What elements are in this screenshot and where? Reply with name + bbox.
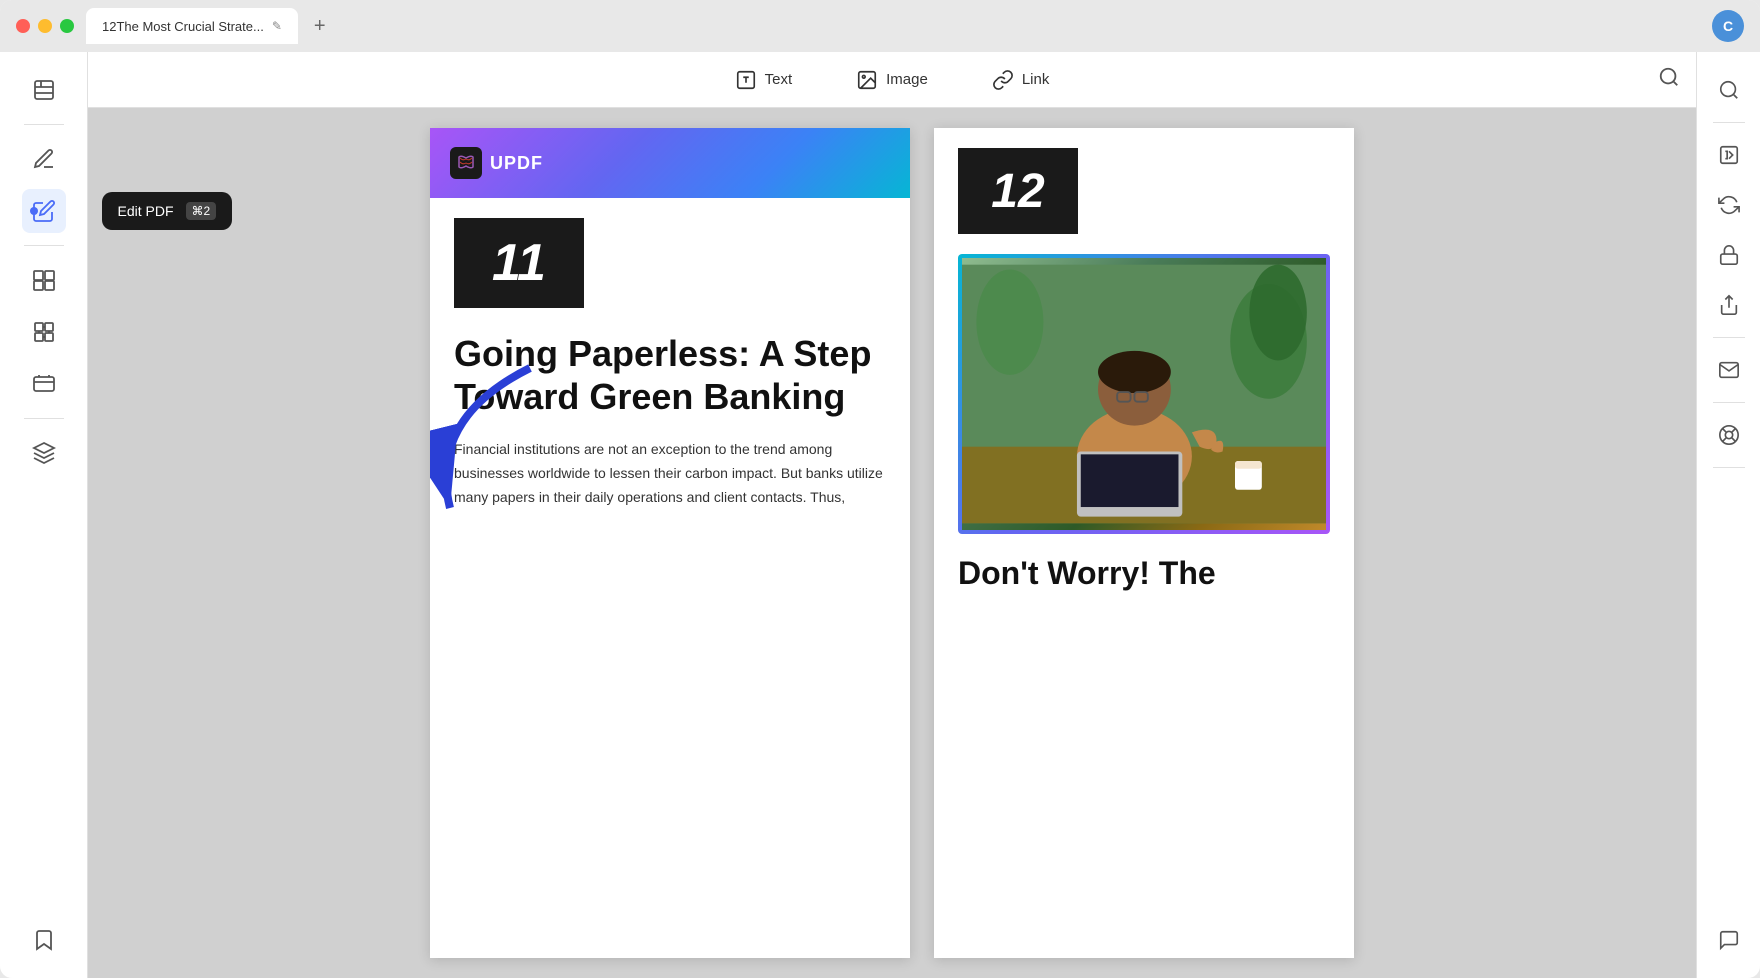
tab-edit-icon: ✎ bbox=[272, 19, 282, 33]
tab-bar: 12The Most Crucial Strate... ✎ + bbox=[86, 8, 1700, 44]
sidebar-right bbox=[1696, 52, 1760, 978]
sidebar-icon-reader[interactable] bbox=[22, 68, 66, 112]
active-indicator bbox=[30, 207, 38, 215]
right-ocr-icon[interactable] bbox=[1707, 133, 1751, 177]
right-divider-1 bbox=[1713, 122, 1745, 123]
app-body: Edit PDF ⌘2 bbox=[0, 52, 1760, 978]
number-right: 12 bbox=[991, 164, 1044, 219]
right-share-icon[interactable] bbox=[1707, 283, 1751, 327]
pdf-right-content: 12 bbox=[934, 128, 1354, 612]
right-divider-3 bbox=[1713, 402, 1745, 403]
pdf-page-right: 12 bbox=[934, 128, 1354, 958]
new-tab-button[interactable]: + bbox=[306, 11, 334, 42]
sidebar-divider-3 bbox=[24, 418, 64, 419]
sidebar-icon-layers[interactable] bbox=[22, 431, 66, 475]
close-button[interactable] bbox=[16, 19, 30, 33]
right-divider-2 bbox=[1713, 337, 1745, 338]
sidebar-icon-highlight[interactable] bbox=[22, 137, 66, 181]
maximize-button[interactable] bbox=[60, 19, 74, 33]
article-image bbox=[958, 254, 1330, 534]
updf-logo-text: UPDF bbox=[490, 153, 543, 174]
toolbar: Text Image Link bbox=[88, 52, 1696, 108]
toolbar-text[interactable]: Text bbox=[723, 63, 805, 97]
number-box-right: 12 bbox=[958, 148, 1078, 234]
tooltip-shortcut: ⌘2 bbox=[186, 202, 217, 220]
right-save-icon[interactable] bbox=[1707, 413, 1751, 457]
titlebar: 12The Most Crucial Strate... ✎ + C bbox=[0, 0, 1760, 52]
right-lock-icon[interactable] bbox=[1707, 233, 1751, 277]
traffic-lights bbox=[16, 19, 74, 33]
edit-pdf-tooltip: Edit PDF ⌘2 bbox=[102, 192, 233, 230]
article-title-left: Going Paperless: A Step Toward Green Ban… bbox=[454, 332, 886, 418]
tab-title: 12The Most Crucial Strate... bbox=[102, 19, 264, 34]
app-window: 12The Most Crucial Strate... ✎ + C bbox=[0, 0, 1760, 978]
right-mail-icon[interactable] bbox=[1707, 348, 1751, 392]
image-placeholder bbox=[962, 258, 1326, 530]
pdf-left-content: 11 Going Paperless: A Step Toward Green … bbox=[430, 198, 910, 530]
updf-logo-icon bbox=[450, 147, 482, 179]
article-title-right: Don't Worry! The bbox=[958, 554, 1330, 592]
toolbar-text-label: Text bbox=[765, 71, 793, 88]
article-body-left: Financial institutions are not an except… bbox=[454, 438, 886, 509]
sidebar-divider-1 bbox=[24, 124, 64, 125]
right-comment-icon[interactable] bbox=[1707, 918, 1751, 962]
content-scroll: UPDF 11 Going Paperless: A Step Toward G… bbox=[88, 108, 1696, 978]
number-left: 11 bbox=[492, 233, 546, 293]
tooltip-label: Edit PDF bbox=[118, 203, 174, 219]
content-area: Text Image Link bbox=[88, 52, 1696, 978]
sidebar-icon-bookmark[interactable] bbox=[22, 918, 66, 962]
pdf-page-left: UPDF 11 Going Paperless: A Step Toward G… bbox=[430, 128, 910, 958]
sidebar-divider-2 bbox=[24, 245, 64, 246]
current-tab[interactable]: 12The Most Crucial Strate... ✎ bbox=[86, 8, 298, 44]
pdf-header: UPDF bbox=[430, 128, 910, 198]
minimize-button[interactable] bbox=[38, 19, 52, 33]
search-button[interactable] bbox=[1658, 66, 1680, 94]
sidebar-icon-convert[interactable] bbox=[22, 310, 66, 354]
toolbar-link[interactable]: Link bbox=[980, 63, 1062, 97]
user-avatar[interactable]: C bbox=[1712, 10, 1744, 42]
sidebar-icon-batch[interactable] bbox=[22, 362, 66, 406]
number-box-left: 11 bbox=[454, 218, 584, 308]
right-divider-4 bbox=[1713, 467, 1745, 468]
right-search-icon[interactable] bbox=[1707, 68, 1751, 112]
sidebar-icon-organize[interactable] bbox=[22, 258, 66, 302]
toolbar-image[interactable]: Image bbox=[844, 63, 940, 97]
sidebar-icon-edit-pdf[interactable]: Edit PDF ⌘2 bbox=[22, 189, 66, 233]
right-convert-icon[interactable] bbox=[1707, 183, 1751, 227]
updf-logo: UPDF bbox=[450, 147, 543, 179]
toolbar-link-label: Link bbox=[1022, 71, 1050, 88]
sidebar-left: Edit PDF ⌘2 bbox=[0, 52, 88, 978]
toolbar-image-label: Image bbox=[886, 71, 928, 88]
